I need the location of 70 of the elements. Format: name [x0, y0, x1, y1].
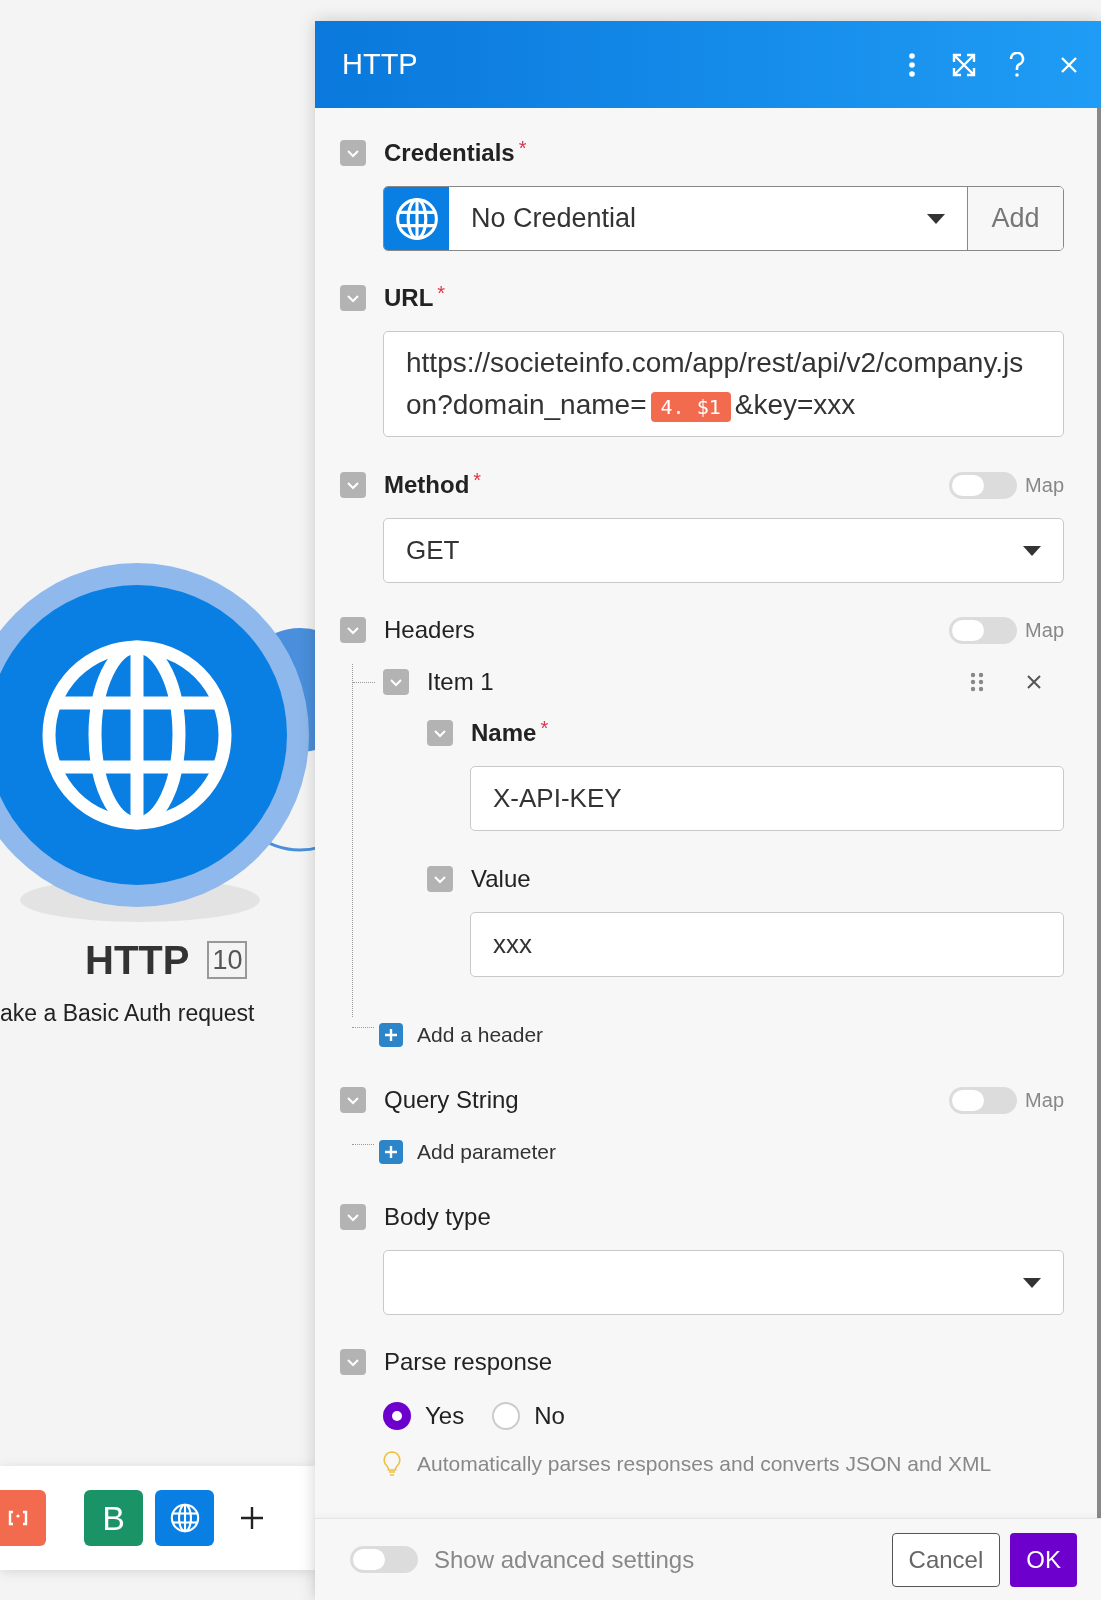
radio-option[interactable]: No: [492, 1398, 565, 1434]
close-icon[interactable]: [1026, 674, 1042, 690]
map-label: Map: [1025, 618, 1064, 643]
plus-icon[interactable]: [240, 1506, 264, 1530]
module-subtitle: ake a Basic Auth request: [0, 999, 255, 1028]
globe-icon: [169, 1503, 200, 1533]
text-field[interactable]: xxx: [470, 912, 1064, 977]
caret-icon: [927, 213, 945, 224]
url-field[interactable]: https://societeinfo.com/app/rest/api/v2/company.json?domain_name= 4. $1 &key=xxx: [383, 331, 1064, 437]
toggle-switch[interactable]: [350, 1546, 418, 1573]
field-label: Value: [471, 864, 531, 894]
help-icon[interactable]: [1008, 51, 1026, 78]
field-label: Headers: [384, 615, 475, 645]
chevron-icon[interactable]: [340, 285, 366, 311]
map-label: Map: [1025, 1088, 1064, 1113]
required-mark: *: [518, 136, 527, 161]
advanced-settings-label: Show advanced settings: [434, 1544, 696, 1575]
expand-icon[interactable]: [952, 52, 976, 77]
chevron-icon[interactable]: [340, 1349, 366, 1375]
chevron-icon[interactable]: [427, 866, 453, 892]
plus-icon: [379, 1140, 403, 1164]
radio-option[interactable]: Yes: [383, 1398, 465, 1434]
chevron-icon[interactable]: [340, 617, 366, 643]
globe-icon: [394, 196, 439, 241]
required-mark: *: [540, 716, 549, 741]
chevron-icon[interactable]: [340, 472, 366, 498]
toggle-switch[interactable]: [949, 1086, 1018, 1114]
module-button[interactable]: B: [84, 1490, 143, 1546]
dialog-title: HTTP: [342, 46, 419, 82]
module-badge: 10: [207, 941, 248, 979]
plus-icon: [379, 1023, 403, 1047]
hint-text: Automatically parses responses and converts JSON and XML: [417, 1451, 992, 1477]
brackets-icon: [8, 1510, 28, 1526]
chevron-icon[interactable]: [383, 669, 409, 695]
field-label: URL: [384, 283, 434, 313]
drag-handle-icon[interactable]: [970, 672, 984, 692]
chevron-icon[interactable]: [340, 1204, 366, 1230]
toggle-switch[interactable]: [949, 616, 1018, 644]
field-label: Parse response: [384, 1347, 553, 1377]
cancel-button[interactable]: Cancel: [891, 1532, 1001, 1587]
item-label: Item 1: [427, 667, 494, 697]
lightbulb-icon: [383, 1450, 401, 1477]
field-label: Method: [384, 470, 470, 500]
caret-icon: [1023, 1277, 1041, 1288]
add-link[interactable]: Add parameter: [379, 1136, 556, 1168]
select-field[interactable]: [383, 1250, 1064, 1315]
ok-button[interactable]: OK: [1010, 1532, 1077, 1587]
chevron-icon[interactable]: [427, 720, 453, 746]
module-title: HTTP: [85, 940, 190, 980]
chevron-icon[interactable]: [340, 1087, 366, 1113]
field-label: Query String: [384, 1085, 519, 1115]
required-mark: *: [473, 468, 482, 493]
text-field[interactable]: X-API-KEY: [470, 766, 1064, 831]
chevron-icon[interactable]: [340, 140, 366, 166]
module-button[interactable]: [0, 1490, 46, 1546]
caret-icon: [1023, 545, 1041, 556]
select-field[interactable]: GET: [383, 518, 1064, 583]
module-button[interactable]: [155, 1490, 214, 1546]
add-button[interactable]: Add: [968, 187, 1063, 250]
select-value: No Credential: [471, 202, 638, 236]
add-link[interactable]: Add a header: [379, 1019, 544, 1051]
credential-select[interactable]: No Credential Add: [383, 186, 1064, 251]
more-icon[interactable]: [908, 52, 916, 77]
field-label: Body type: [384, 1202, 491, 1232]
select-value: GET: [406, 534, 461, 567]
toggle-switch[interactable]: [949, 471, 1018, 499]
map-label: Map: [1025, 473, 1064, 498]
field-label: Name: [471, 718, 537, 748]
required-mark: *: [437, 281, 446, 306]
field-label: Credentials: [384, 138, 515, 168]
